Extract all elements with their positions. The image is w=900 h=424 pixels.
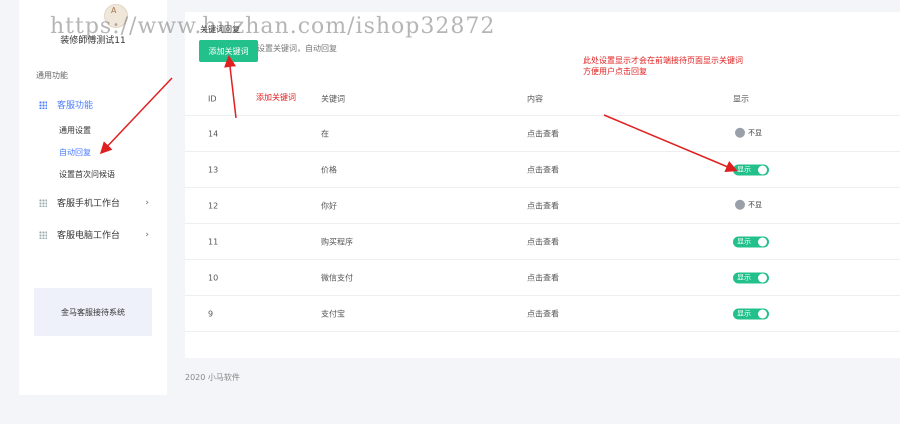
column-header-display: 显示	[733, 94, 749, 103]
display-toggle-cell: 显示	[733, 308, 769, 319]
toggle-knob	[758, 309, 767, 318]
view-content-link[interactable]: 点击查看	[527, 200, 559, 211]
grid-icon	[39, 100, 47, 109]
toggle-label: 显示	[737, 309, 751, 318]
cell-id: 14	[208, 129, 219, 138]
sidebar: A 装修師傅测试11 通用功能 客服功能 通用设置 自动回复 设置首次问候语 客…	[19, 0, 167, 395]
display-toggle-cell: 显示	[733, 272, 769, 283]
table-row: 11 购买程序 点击查看 显示	[185, 224, 900, 260]
watermark: https://www.huzhan.com/ishop32872	[50, 14, 496, 39]
toggle-label: 显示	[737, 237, 751, 246]
cell-id: 12	[208, 201, 219, 210]
table-row: 10 微信支付 点击查看 显示	[185, 260, 900, 296]
page-hint: 设置关键词，自动回复	[257, 44, 337, 53]
table-row: 14 在 点击查看 不显	[185, 116, 900, 152]
annotation-add-keyword: 添加关键词	[256, 93, 296, 102]
toggle-label: 显示	[737, 273, 751, 282]
display-toggle[interactable]: 显示	[733, 272, 769, 283]
toggle-knob	[758, 273, 767, 282]
cell-id: 10	[208, 273, 219, 282]
main-panel: 关键词回复 设置关键词，自动回复 添加关键词 ID 关键词 内容 显示 14 在点…	[185, 12, 900, 358]
display-toggle[interactable]: 显示	[733, 236, 769, 247]
display-toggle-cell: 不显	[733, 127, 764, 140]
chevron-right-icon: ›	[145, 229, 149, 240]
menu-item-label: 客服手机工作台	[57, 199, 121, 209]
menu-item-customer-service[interactable]: 客服功能	[39, 98, 149, 111]
add-keyword-button[interactable]: 添加关键词	[199, 40, 258, 62]
grid-icon	[39, 230, 47, 239]
display-toggle-cell: 显示	[733, 236, 769, 247]
cell-keyword: 在	[321, 129, 329, 138]
view-content-link[interactable]: 点击查看	[527, 272, 559, 283]
submenu-item-first-greeting[interactable]: 设置首次问候语	[59, 169, 115, 180]
display-toggle[interactable]: 不显	[733, 199, 764, 210]
submenu-item-general-settings[interactable]: 通用设置	[59, 125, 91, 136]
table-row: 9 支付宝 点击查看 显示	[185, 296, 900, 332]
view-content-link[interactable]: 点击查看	[527, 308, 559, 319]
cell-keyword: 微信支付	[321, 273, 353, 282]
toggle-label: 显示	[737, 165, 751, 174]
menu-item-label: 客服功能	[57, 101, 94, 111]
cell-id: 9	[208, 309, 214, 318]
menu-item-label: 客服电脑工作台	[57, 231, 121, 241]
cell-keyword: 你好	[321, 201, 337, 210]
cell-keyword: 价格	[321, 165, 337, 174]
table-row: 12 你好 点击查看 不显	[185, 188, 900, 224]
promo-text: 金马客服接待系统	[61, 307, 125, 317]
section-title: 通用功能	[36, 71, 68, 80]
footer-copyright: 2020 小马软件	[185, 373, 240, 382]
display-toggle-cell: 显示	[733, 164, 769, 175]
annotation-display-note: 此处设置显示才会在前端接待页面显示关键词 方便用户点击回复	[583, 55, 743, 77]
cell-id: 11	[208, 237, 219, 246]
display-toggle-cell: 不显	[733, 199, 764, 212]
grid-icon	[39, 198, 47, 207]
column-header-content: 内容	[527, 94, 543, 103]
cell-keyword: 购买程序	[321, 237, 353, 246]
toggle-knob	[758, 237, 767, 246]
display-toggle[interactable]: 显示	[733, 164, 769, 175]
view-content-link[interactable]: 点击查看	[527, 164, 559, 175]
display-toggle[interactable]: 显示	[733, 308, 769, 319]
cell-id: 13	[208, 165, 219, 174]
view-content-link[interactable]: 点击查看	[527, 128, 559, 139]
display-toggle[interactable]: 不显	[733, 127, 764, 138]
submenu-item-auto-reply[interactable]: 自动回复	[59, 147, 91, 158]
annotation-line: 此处设置显示才会在前端接待页面显示关键词	[583, 56, 743, 65]
annotation-line: 方便用户点击回复	[583, 67, 647, 76]
view-content-link[interactable]: 点击查看	[527, 236, 559, 247]
toggle-knob	[735, 199, 745, 210]
menu-item-mobile-workbench[interactable]: 客服手机工作台 ›	[39, 196, 149, 209]
table-row: 13 价格 点击查看 显示	[185, 152, 900, 188]
column-header-id: ID	[208, 94, 217, 103]
toggle-label: 不显	[748, 128, 762, 137]
keyword-table: ID 关键词 内容 显示 14 在点击查看 不显 13 价格 点击查看 显示 12 你好 点击查看…	[185, 82, 900, 332]
cell-keyword: 支付宝	[321, 309, 345, 318]
toggle-knob	[735, 127, 745, 138]
menu-item-desktop-workbench[interactable]: 客服电脑工作台 ›	[39, 228, 149, 241]
column-header-keyword: 关键词	[321, 94, 345, 103]
toggle-knob	[758, 165, 767, 174]
toggle-label: 不显	[748, 200, 762, 209]
chevron-right-icon: ›	[145, 197, 149, 208]
promo-card: 金马客服接待系统	[34, 288, 152, 336]
